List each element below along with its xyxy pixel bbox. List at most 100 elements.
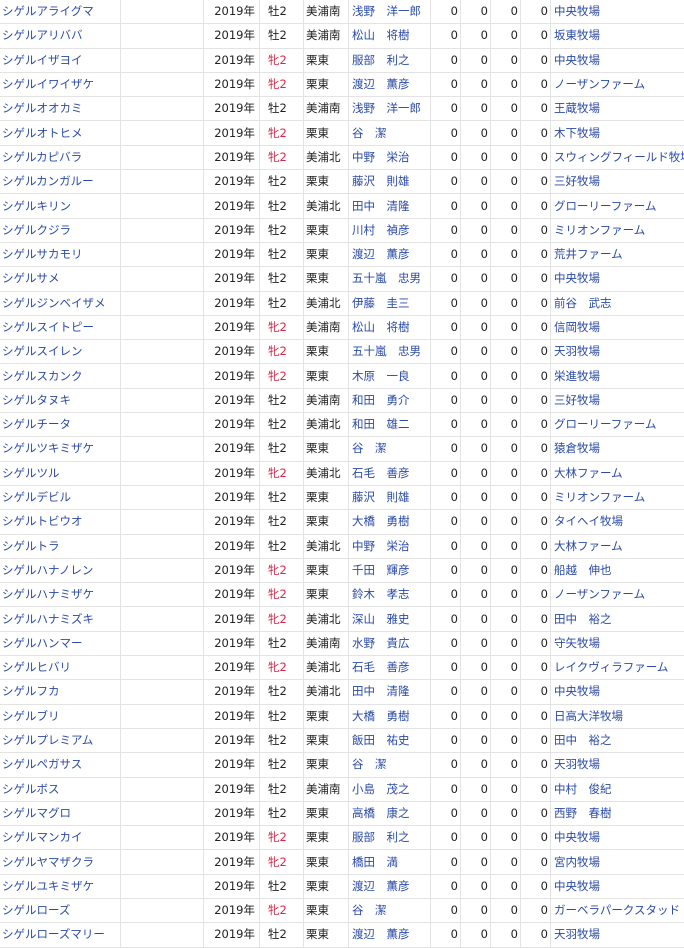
breeder-link[interactable]: 中央牧場 <box>551 680 684 704</box>
breeder-link[interactable]: 大林ファーム <box>551 461 684 485</box>
trainer-link[interactable]: 谷 潔 <box>349 753 431 777</box>
breeder-link[interactable]: ガーベラパークスタッド <box>551 898 684 922</box>
trainer-link[interactable]: 渡辺 薫彦 <box>349 874 431 898</box>
breeder-link[interactable]: 天羽牧場 <box>551 753 684 777</box>
breeder-link[interactable]: 王蔵牧場 <box>551 97 684 121</box>
horse-name-link[interactable]: シゲルツル <box>0 461 121 485</box>
trainer-link[interactable]: 中野 栄治 <box>349 534 431 558</box>
breeder-link[interactable]: 日高大洋牧場 <box>551 704 684 728</box>
horse-name-link[interactable]: シゲルデビル <box>0 485 121 509</box>
breeder-link[interactable]: 猿倉牧場 <box>551 437 684 461</box>
trainer-link[interactable]: 谷 潔 <box>349 437 431 461</box>
horse-name-link[interactable]: シゲルカンガルー <box>0 170 121 194</box>
trainer-link[interactable]: 鈴木 孝志 <box>349 583 431 607</box>
breeder-link[interactable]: グローリーファーム <box>551 194 684 218</box>
trainer-link[interactable]: 高橋 康之 <box>349 801 431 825</box>
breeder-link[interactable]: ミリオンファーム <box>551 485 684 509</box>
horse-name-link[interactable]: シゲルヒバリ <box>0 656 121 680</box>
breeder-link[interactable]: タイヘイ牧場 <box>551 510 684 534</box>
breeder-link[interactable]: 天羽牧場 <box>551 923 684 947</box>
breeder-link[interactable]: 宮内牧場 <box>551 850 684 874</box>
trainer-link[interactable]: 藤沢 則雄 <box>349 170 431 194</box>
trainer-link[interactable]: 和田 雄二 <box>349 413 431 437</box>
breeder-link[interactable]: 荒井ファーム <box>551 242 684 266</box>
breeder-link[interactable]: ノーザンファーム <box>551 72 684 96</box>
horse-name-link[interactable]: シゲルイザヨイ <box>0 48 121 72</box>
horse-name-link[interactable]: シゲルサカモリ <box>0 242 121 266</box>
trainer-link[interactable]: 渡辺 薫彦 <box>349 72 431 96</box>
breeder-link[interactable]: 信岡牧場 <box>551 315 684 339</box>
horse-name-link[interactable]: シゲルローズマリー <box>0 923 121 947</box>
breeder-link[interactable]: ノーザンファーム <box>551 583 684 607</box>
horse-name-link[interactable]: シゲルツキミザケ <box>0 437 121 461</box>
trainer-link[interactable]: 松山 将樹 <box>349 315 431 339</box>
trainer-link[interactable]: 谷 潔 <box>349 121 431 145</box>
horse-name-link[interactable]: シゲルチータ <box>0 413 121 437</box>
trainer-link[interactable]: 橋田 満 <box>349 850 431 874</box>
horse-name-link[interactable]: シゲルハナノレン <box>0 558 121 582</box>
breeder-link[interactable]: 田中 裕之 <box>551 728 684 752</box>
breeder-link[interactable]: 中央牧場 <box>551 267 684 291</box>
trainer-link[interactable]: 川村 禎彦 <box>349 218 431 242</box>
horse-name-link[interactable]: シゲルクジラ <box>0 218 121 242</box>
trainer-link[interactable]: 大橋 勇樹 <box>349 704 431 728</box>
breeder-link[interactable]: 三好牧場 <box>551 170 684 194</box>
breeder-link[interactable]: 中央牧場 <box>551 874 684 898</box>
horse-name-link[interactable]: シゲルキリン <box>0 194 121 218</box>
breeder-link[interactable]: 中村 俊紀 <box>551 777 684 801</box>
horse-name-link[interactable]: シゲルハナミザケ <box>0 583 121 607</box>
horse-name-link[interactable]: シゲルユキミザケ <box>0 874 121 898</box>
horse-name-link[interactable]: シゲルトビウオ <box>0 510 121 534</box>
trainer-link[interactable]: 千田 輝彦 <box>349 558 431 582</box>
horse-name-link[interactable]: シゲルオオカミ <box>0 97 121 121</box>
trainer-link[interactable]: 和田 勇介 <box>349 388 431 412</box>
breeder-link[interactable]: 大林ファーム <box>551 534 684 558</box>
horse-name-link[interactable]: シゲルアリババ <box>0 24 121 48</box>
breeder-link[interactable]: ミリオンファーム <box>551 218 684 242</box>
horse-name-link[interactable]: シゲルサメ <box>0 267 121 291</box>
horse-name-link[interactable]: シゲルトラ <box>0 534 121 558</box>
horse-name-link[interactable]: シゲルペガサス <box>0 753 121 777</box>
breeder-link[interactable]: 守矢牧場 <box>551 631 684 655</box>
horse-name-link[interactable]: シゲルスカンク <box>0 364 121 388</box>
breeder-link[interactable]: 中央牧場 <box>551 48 684 72</box>
trainer-link[interactable]: 服部 利之 <box>349 48 431 72</box>
trainer-link[interactable]: 飯田 祐史 <box>349 728 431 752</box>
breeder-link[interactable]: レイクヴィラファーム <box>551 656 684 680</box>
breeder-link[interactable]: 三好牧場 <box>551 388 684 412</box>
trainer-link[interactable]: 田中 清隆 <box>349 194 431 218</box>
horse-name-link[interactable]: シゲルジンベイザメ <box>0 291 121 315</box>
breeder-link[interactable]: 西野 春樹 <box>551 801 684 825</box>
breeder-link[interactable]: 木下牧場 <box>551 121 684 145</box>
trainer-link[interactable]: 伊藤 圭三 <box>349 291 431 315</box>
horse-name-link[interactable]: シゲルスイレン <box>0 340 121 364</box>
horse-name-link[interactable]: シゲルプレミアム <box>0 728 121 752</box>
breeder-link[interactable]: 中央牧場 <box>551 826 684 850</box>
trainer-link[interactable]: 木原 一良 <box>349 364 431 388</box>
horse-name-link[interactable]: シゲルタヌキ <box>0 388 121 412</box>
horse-name-link[interactable]: シゲルフカ <box>0 680 121 704</box>
horse-name-link[interactable]: シゲルローズ <box>0 898 121 922</box>
horse-name-link[interactable]: シゲルマンカイ <box>0 826 121 850</box>
trainer-link[interactable]: 藤沢 則雄 <box>349 485 431 509</box>
breeder-link[interactable]: グローリーファーム <box>551 413 684 437</box>
trainer-link[interactable]: 五十嵐 忠男 <box>349 340 431 364</box>
breeder-link[interactable]: スウィングフィールド牧場 <box>551 145 684 169</box>
horse-name-link[interactable]: シゲルヤマザクラ <box>0 850 121 874</box>
horse-name-link[interactable]: シゲルカピバラ <box>0 145 121 169</box>
trainer-link[interactable]: 田中 清隆 <box>349 680 431 704</box>
trainer-link[interactable]: 石毛 善彦 <box>349 656 431 680</box>
horse-name-link[interactable]: シゲルブリ <box>0 704 121 728</box>
breeder-link[interactable]: 栄進牧場 <box>551 364 684 388</box>
trainer-link[interactable]: 渡辺 薫彦 <box>349 242 431 266</box>
trainer-link[interactable]: 中野 栄治 <box>349 145 431 169</box>
trainer-link[interactable]: 松山 将樹 <box>349 24 431 48</box>
horse-name-link[interactable]: シゲルアライグマ <box>0 0 121 24</box>
horse-name-link[interactable]: シゲルマグロ <box>0 801 121 825</box>
horse-name-link[interactable]: シゲルボス <box>0 777 121 801</box>
trainer-link[interactable]: 浅野 洋一郎 <box>349 0 431 24</box>
horse-name-link[interactable]: シゲルスイトピー <box>0 315 121 339</box>
breeder-link[interactable]: 中央牧場 <box>551 0 684 24</box>
trainer-link[interactable]: 谷 潔 <box>349 898 431 922</box>
breeder-link[interactable]: 前谷 武志 <box>551 291 684 315</box>
